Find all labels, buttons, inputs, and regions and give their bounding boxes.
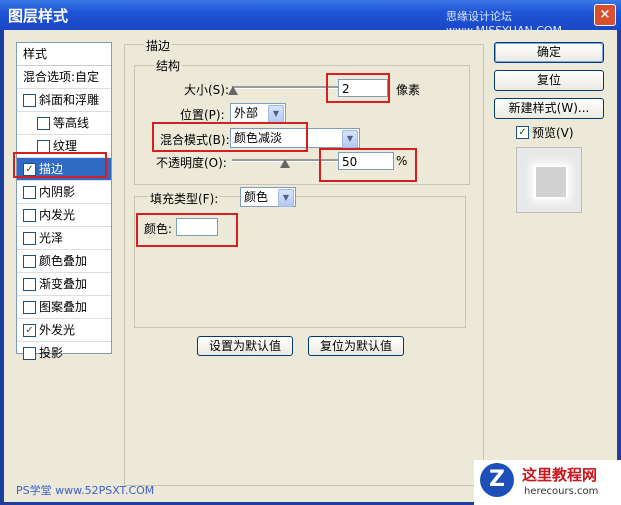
logo-mark-icon: Z	[480, 463, 514, 497]
make-default-button[interactable]: 设置为默认值	[197, 336, 293, 356]
site-logo: Z 这里教程网 herecours.com	[474, 460, 621, 505]
opacity-slider-thumb[interactable]	[280, 159, 290, 168]
style-item-inner-glow[interactable]: 内发光	[17, 204, 111, 227]
stroke-group-title: 描边	[144, 37, 173, 54]
opacity-label: 不透明度(O):	[156, 156, 227, 170]
position-label: 位置(P):	[180, 108, 225, 122]
style-item-inner-shadow[interactable]: 内阴影	[17, 181, 111, 204]
styles-list: 样式 混合选项:自定 斜面和浮雕 等高线 纹理 ✓ 描边 内阴影 内发光 光泽 颜…	[16, 42, 112, 360]
preview-label: 预览(V)	[532, 126, 574, 140]
style-item-drop-shadow[interactable]: 投影	[17, 342, 111, 364]
styles-header: 样式	[17, 43, 111, 66]
checkbox[interactable]	[23, 278, 36, 291]
style-item-contour[interactable]: 等高线	[17, 112, 111, 135]
logo-title: 这里教程网	[522, 466, 598, 484]
ok-button[interactable]: 确定	[494, 42, 604, 63]
checkbox[interactable]	[23, 94, 36, 107]
style-item-color-overlay[interactable]: 颜色叠加	[17, 250, 111, 273]
size-unit: 像素	[396, 83, 421, 97]
checkbox[interactable]	[23, 209, 36, 222]
chevron-down-icon: ▼	[268, 105, 284, 123]
window-title: 图层样式	[8, 7, 69, 25]
highlight-box	[136, 213, 238, 247]
highlight-box	[152, 122, 308, 152]
blend-options-item[interactable]: 混合选项:自定	[17, 66, 111, 89]
preview-swatch	[534, 165, 568, 199]
logo-url: herecours.com	[524, 486, 599, 497]
checkbox[interactable]	[23, 347, 36, 360]
fill-type-label: 填充类型(F):	[148, 190, 221, 207]
layer-style-dialog: 样式 混合选项:自定 斜面和浮雕 等高线 纹理 ✓ 描边 内阴影 内发光 光泽 颜…	[4, 30, 617, 502]
checkbox[interactable]	[23, 301, 36, 314]
title-bar[interactable]: 图层样式 思缘设计论坛 www.MISSYUAN.COM ×	[0, 0, 621, 37]
checkbox[interactable]	[37, 117, 50, 130]
checkbox[interactable]	[23, 255, 36, 268]
style-item-pattern-overlay[interactable]: 图案叠加	[17, 296, 111, 319]
size-label: 大小(S):	[184, 83, 230, 97]
close-icon: ×	[599, 7, 611, 22]
reset-button[interactable]: 复位	[494, 70, 604, 91]
bottom-watermark: PS学堂 www.52PSXT.COM	[16, 484, 155, 497]
highlight-box	[319, 148, 417, 182]
position-select[interactable]: 外部 ▼	[230, 103, 286, 123]
style-item-bevel[interactable]: 斜面和浮雕	[17, 89, 111, 112]
chevron-down-icon: ▼	[342, 130, 358, 148]
structure-group-title: 结构	[154, 57, 183, 74]
style-item-satin[interactable]: 光泽	[17, 227, 111, 250]
size-slider-track[interactable]	[232, 86, 338, 89]
highlight-box	[13, 152, 107, 178]
style-item-gradient-overlay[interactable]: 渐变叠加	[17, 273, 111, 296]
close-button[interactable]: ×	[594, 4, 616, 26]
checkbox[interactable]	[23, 186, 36, 199]
new-style-button[interactable]: 新建样式(W)...	[494, 98, 604, 119]
chevron-down-icon: ▼	[278, 189, 294, 207]
checkbox[interactable]: ✓	[23, 324, 36, 337]
size-slider-thumb[interactable]	[228, 86, 239, 95]
reset-default-button[interactable]: 复位为默认值	[308, 336, 404, 356]
style-item-outer-glow[interactable]: ✓ 外发光	[17, 319, 111, 342]
highlight-box	[326, 73, 390, 103]
fill-type-select[interactable]: 颜色 ▼	[240, 187, 296, 207]
style-preview	[516, 147, 582, 213]
preview-checkbox[interactable]: ✓	[516, 126, 529, 139]
checkbox[interactable]	[23, 232, 36, 245]
